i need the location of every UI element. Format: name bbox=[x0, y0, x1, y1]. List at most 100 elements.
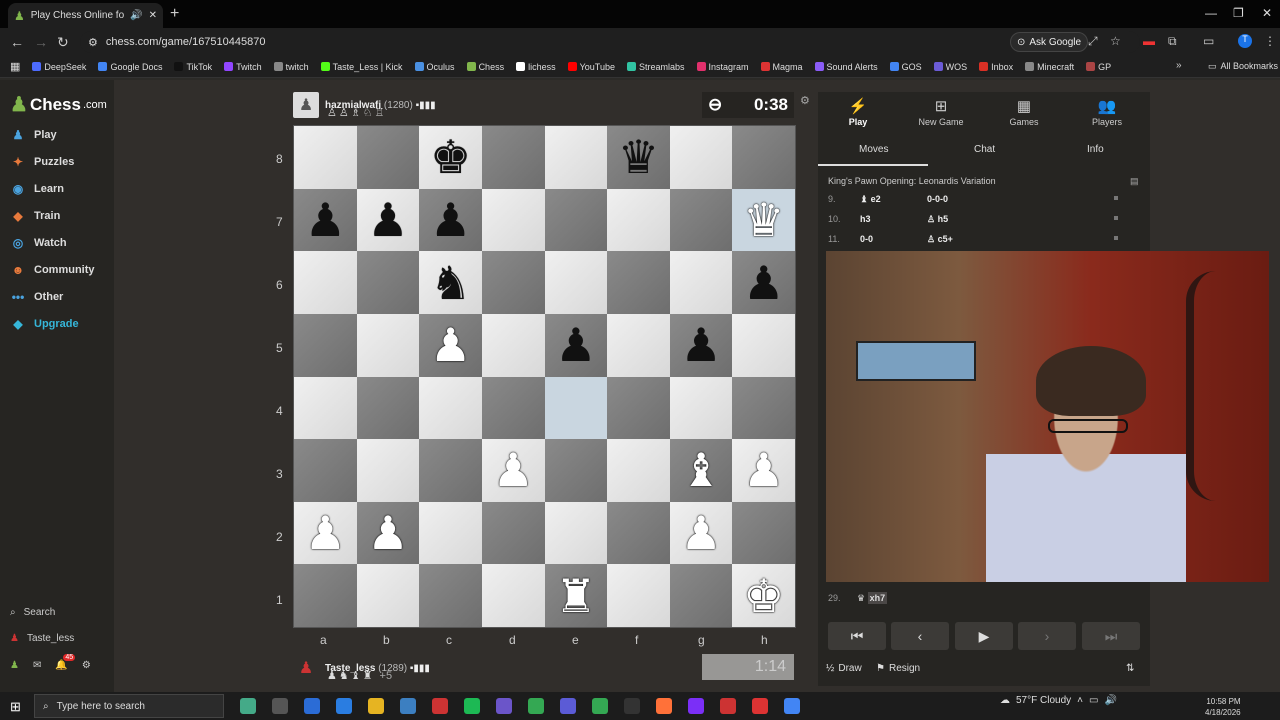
close-window-button[interactable]: ✕ bbox=[1262, 6, 1272, 20]
square-b1[interactable] bbox=[356, 564, 420, 627]
maximize-button[interactable]: ❐ bbox=[1233, 6, 1244, 20]
twitch-app-icon[interactable] bbox=[720, 698, 736, 714]
chess-app-icon[interactable] bbox=[752, 698, 768, 714]
white-king-icon[interactable]: ♚ bbox=[743, 573, 784, 619]
apps-grid-icon[interactable]: ▦ bbox=[10, 60, 20, 73]
square-h1[interactable]: ♚ bbox=[732, 564, 795, 627]
browser-tab[interactable]: ♟ Play Chess Online for FREE 🔊 ✕ bbox=[8, 3, 163, 28]
obs-icon[interactable] bbox=[464, 698, 480, 714]
bookmark-item[interactable]: Google Docs bbox=[98, 62, 162, 72]
chrome-icon[interactable] bbox=[624, 698, 640, 714]
reload-button[interactable]: ↻ bbox=[57, 34, 69, 51]
app-icon[interactable] bbox=[784, 698, 800, 714]
panel-tab-new-game[interactable]: ⊞ New Game bbox=[901, 97, 981, 127]
square-g1[interactable] bbox=[669, 564, 733, 627]
bookmark-item[interactable]: lichess bbox=[516, 62, 556, 72]
black-move[interactable]: 0-0-0 bbox=[927, 194, 948, 204]
chrome-icon[interactable] bbox=[560, 698, 576, 714]
player-avatar[interactable]: ♟ bbox=[293, 655, 319, 681]
windows-start-icon[interactable]: ⊞ bbox=[10, 699, 21, 715]
bookmark-item[interactable]: DeepSeek bbox=[32, 62, 86, 72]
square-h8[interactable] bbox=[732, 126, 795, 189]
steam-icon[interactable] bbox=[432, 698, 448, 714]
terminal-icon[interactable] bbox=[656, 698, 672, 714]
volume-icon[interactable]: 🔊 bbox=[1104, 695, 1116, 706]
subtab-moves[interactable]: Moves bbox=[859, 144, 888, 155]
square-g6[interactable] bbox=[669, 251, 733, 314]
square-h5[interactable] bbox=[732, 313, 795, 377]
sidepanel-icon[interactable]: ▭ bbox=[1203, 34, 1214, 48]
panel-tab-play[interactable]: ⚡ Play bbox=[818, 97, 898, 127]
audio-icon[interactable]: 🔊 bbox=[130, 10, 142, 21]
sidebar-item-other[interactable]: ••• Other bbox=[10, 290, 64, 304]
square-d5[interactable] bbox=[481, 313, 545, 377]
square-d2[interactable] bbox=[481, 501, 545, 565]
square-g8[interactable] bbox=[669, 126, 733, 189]
copy-icon[interactable]: ▤ bbox=[1130, 176, 1139, 187]
panel-tab-games[interactable]: ▦ Games bbox=[984, 97, 1064, 127]
square-b7[interactable]: ♟ bbox=[356, 188, 420, 252]
square-f5[interactable] bbox=[607, 313, 670, 377]
teams-icon[interactable] bbox=[592, 698, 608, 714]
black-pawn-icon[interactable]: ♟ bbox=[555, 322, 596, 368]
square-a8[interactable] bbox=[294, 126, 357, 189]
bookmark-star-icon[interactable]: ☆ bbox=[1110, 34, 1121, 48]
flip-board-icon[interactable]: ⇅ bbox=[1126, 663, 1134, 674]
square-c1[interactable] bbox=[419, 564, 482, 627]
square-a7[interactable]: ♟ bbox=[294, 188, 357, 252]
black-pawn-icon[interactable]: ♟ bbox=[430, 197, 471, 243]
forward-button[interactable]: → bbox=[34, 34, 48, 50]
black-pawn-icon[interactable]: ♟ bbox=[305, 197, 346, 243]
last-move-row[interactable]: 29. ♛ xh7 bbox=[828, 592, 888, 604]
square-c6[interactable]: ♞ bbox=[419, 251, 482, 314]
ask-google-button[interactable]: ⊙ Ask Google bbox=[1010, 32, 1089, 52]
sidebar-item-puzzles[interactable]: ✦ Puzzles bbox=[10, 155, 74, 169]
square-d8[interactable] bbox=[481, 126, 545, 189]
square-f7[interactable] bbox=[607, 188, 670, 252]
opponent-avatar[interactable]: ♟ bbox=[293, 92, 319, 118]
square-f2[interactable] bbox=[607, 501, 670, 565]
site-info-icon[interactable]: ⚙ bbox=[88, 36, 98, 49]
square-b3[interactable] bbox=[356, 439, 420, 502]
bookmark-item[interactable]: GP bbox=[1086, 62, 1111, 72]
square-b8[interactable] bbox=[356, 126, 420, 189]
bookmarks-overflow-icon[interactable]: » bbox=[1176, 60, 1182, 71]
black-queen-icon[interactable]: ♛ bbox=[618, 134, 659, 180]
square-a6[interactable] bbox=[294, 251, 357, 314]
white-queen-icon[interactable]: ♛ bbox=[743, 197, 784, 243]
square-e4[interactable] bbox=[544, 376, 608, 440]
settings-gear-icon[interactable]: ⚙ bbox=[82, 660, 91, 671]
url-field[interactable]: ⚙ chess.com/game/167510445870 bbox=[80, 31, 1140, 53]
black-move[interactable]: ♙ c5+ bbox=[927, 234, 953, 245]
square-a2[interactable]: ♟ bbox=[294, 501, 357, 565]
square-c8[interactable]: ♚ bbox=[419, 126, 482, 189]
draw-button[interactable]: ½ Draw bbox=[826, 663, 862, 674]
square-g2[interactable]: ♟ bbox=[669, 501, 733, 565]
square-f8[interactable]: ♛ bbox=[607, 126, 670, 189]
network-icon[interactable]: ▭ bbox=[1089, 695, 1098, 706]
white-move[interactable]: 0-0 bbox=[860, 234, 873, 244]
white-pawn-icon[interactable]: ♟ bbox=[367, 510, 408, 556]
previous-move-button[interactable]: ‹ bbox=[891, 622, 949, 650]
bookmark-item[interactable]: Inbox bbox=[979, 62, 1013, 72]
chess-board[interactable]: ♚ ♛ ♟ ♟ ♟ ♛ ♞ ♟ ♟ ♟ ♟ ♟ ♝ ♟ ♟ ♟ ♟ ♜ ♚ bbox=[293, 125, 796, 628]
mail-app-icon[interactable] bbox=[400, 698, 416, 714]
square-c2[interactable] bbox=[419, 501, 482, 565]
square-e3[interactable] bbox=[544, 439, 608, 502]
new-tab-button[interactable]: + bbox=[170, 5, 179, 23]
square-f1[interactable] bbox=[607, 564, 670, 627]
next-move-button[interactable]: › bbox=[1018, 622, 1076, 650]
edge-icon[interactable] bbox=[304, 698, 320, 714]
square-g7[interactable] bbox=[669, 188, 733, 252]
spotify-icon[interactable] bbox=[496, 698, 512, 714]
sidebar-item-learn[interactable]: ◉ Learn bbox=[10, 182, 64, 196]
square-h3[interactable]: ♟ bbox=[732, 439, 795, 502]
square-c3[interactable] bbox=[419, 439, 482, 502]
square-e7[interactable] bbox=[544, 188, 608, 252]
square-c5[interactable]: ♟ bbox=[419, 313, 482, 377]
square-d6[interactable] bbox=[481, 251, 545, 314]
white-rook-icon[interactable]: ♜ bbox=[555, 573, 596, 619]
extensions-puzzle-icon[interactable]: ⧉ bbox=[1168, 34, 1177, 49]
bookmark-item[interactable]: YouTube bbox=[567, 62, 615, 72]
tray-chevron-icon[interactable]: ˄ bbox=[1077, 695, 1083, 706]
